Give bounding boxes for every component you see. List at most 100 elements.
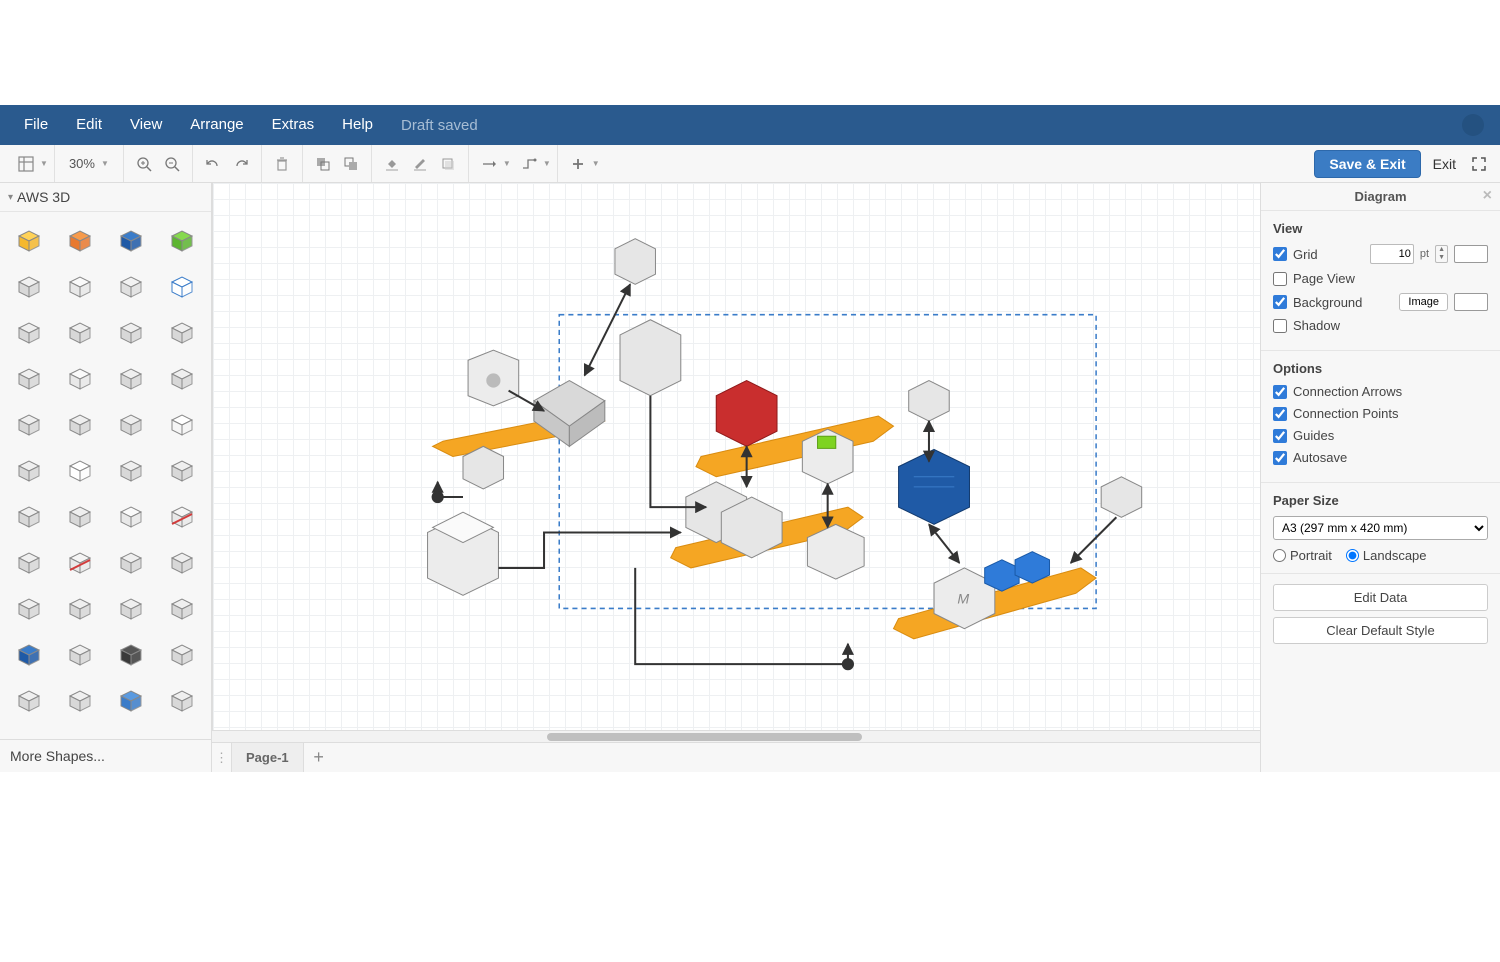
landscape-radio[interactable] <box>1346 549 1359 562</box>
to-front-icon[interactable] <box>309 150 337 178</box>
node-openbox[interactable] <box>428 512 499 595</box>
edge-10[interactable] <box>1071 517 1117 563</box>
edge-9[interactable] <box>929 524 959 562</box>
fullscreen-icon[interactable] <box>1468 153 1490 175</box>
grid-stepper[interactable]: ▲▼ <box>1435 245 1448 263</box>
delete-icon[interactable] <box>268 150 296 178</box>
zoom-out-icon[interactable] <box>158 150 186 178</box>
shape-env-16[interactable] <box>156 402 207 446</box>
shape-box-6[interactable] <box>55 310 106 354</box>
grid-size-input[interactable] <box>1370 244 1414 264</box>
shape-doc-18[interactable] <box>55 448 106 492</box>
insert-icon[interactable] <box>564 150 592 178</box>
edge-11[interactable] <box>635 568 848 664</box>
shape-dark-35[interactable] <box>106 632 157 676</box>
to-back-icon[interactable] <box>337 150 365 178</box>
shape-box-38[interactable] <box>55 678 106 722</box>
conn-points-checkbox[interactable] <box>1273 407 1287 421</box>
shape-box-37[interactable] <box>4 678 55 722</box>
edit-data-button[interactable]: Edit Data <box>1273 584 1488 611</box>
zoom-in-icon[interactable] <box>130 150 158 178</box>
shape-box-19[interactable] <box>106 448 157 492</box>
shape-box-32[interactable] <box>156 586 207 630</box>
background-color-swatch[interactable] <box>1454 293 1488 311</box>
redo-icon[interactable] <box>227 150 255 178</box>
add-page-button[interactable]: + <box>304 743 334 772</box>
node-security[interactable] <box>468 350 519 406</box>
user-avatar-icon[interactable] <box>1462 114 1484 136</box>
shape-box-30[interactable] <box>55 586 106 630</box>
shape-box-34[interactable] <box>55 632 106 676</box>
shape-cube-green[interactable] <box>156 218 207 262</box>
shape-box-8[interactable] <box>156 310 207 354</box>
grid-checkbox[interactable] <box>1273 247 1287 261</box>
waypoint-icon[interactable] <box>515 150 543 178</box>
edge-5[interactable] <box>498 532 680 567</box>
conn-arrows-checkbox[interactable] <box>1273 385 1287 399</box>
shape-box-5[interactable] <box>4 310 55 354</box>
node-gateway[interactable] <box>615 239 656 285</box>
shape-cube-blue[interactable] <box>106 218 157 262</box>
background-checkbox[interactable] <box>1273 295 1287 309</box>
shape-box-11[interactable] <box>106 356 157 400</box>
shape-box-28[interactable] <box>156 540 207 584</box>
node-redshift[interactable] <box>716 381 777 447</box>
shape-cube-orange[interactable] <box>55 218 106 262</box>
connection-icon[interactable] <box>475 150 503 178</box>
shape-flat-10[interactable] <box>55 356 106 400</box>
page-tab-1[interactable]: Page-1 <box>232 743 304 772</box>
waypoint-dot-2[interactable] <box>433 492 443 502</box>
shape-box-22[interactable] <box>55 494 106 538</box>
menu-extras[interactable]: Extras <box>258 105 329 145</box>
shape-box-13[interactable] <box>4 402 55 446</box>
shape-doc-blue[interactable] <box>156 264 207 308</box>
shape-cube-yellow[interactable] <box>4 218 55 262</box>
shape-box-40[interactable] <box>156 678 207 722</box>
diagram-canvas[interactable]: M <box>212 183 1260 730</box>
portrait-radio-label[interactable]: Portrait <box>1273 548 1332 563</box>
shape-box-17[interactable] <box>4 448 55 492</box>
shape-box-31[interactable] <box>106 586 157 630</box>
panels-toggle-icon[interactable] <box>12 150 40 178</box>
shape-small-3[interactable] <box>106 264 157 308</box>
node-storage[interactable] <box>899 449 970 524</box>
shape-box-15[interactable] <box>106 402 157 446</box>
shape-box-36[interactable] <box>156 632 207 676</box>
landscape-radio-label[interactable]: Landscape <box>1346 548 1427 563</box>
clear-style-button[interactable]: Clear Default Style <box>1273 617 1488 644</box>
fill-color-icon[interactable] <box>378 150 406 178</box>
edge-3[interactable] <box>650 396 706 507</box>
paper-size-select[interactable]: A3 (297 mm x 420 mm) <box>1273 516 1488 540</box>
portrait-radio[interactable] <box>1273 549 1286 562</box>
shape-box-29[interactable] <box>4 586 55 630</box>
shape-box-red-26[interactable] <box>55 540 106 584</box>
shape-box-1[interactable] <box>4 264 55 308</box>
shape-box-25[interactable] <box>4 540 55 584</box>
grid-color-swatch[interactable] <box>1454 245 1488 263</box>
node-db[interactable] <box>620 320 681 396</box>
shape-box-21[interactable] <box>4 494 55 538</box>
shape-box-red-24[interactable] <box>156 494 207 538</box>
menu-view[interactable]: View <box>116 105 176 145</box>
node-client-2[interactable] <box>1101 477 1142 518</box>
shape-box-14[interactable] <box>55 402 106 446</box>
shape-box-27[interactable] <box>106 540 157 584</box>
menu-arrange[interactable]: Arrange <box>176 105 257 145</box>
node-client-1[interactable] <box>909 381 950 422</box>
close-panel-icon[interactable]: × <box>1483 188 1492 204</box>
scrollbar-thumb[interactable] <box>547 733 861 741</box>
tab-drag-handle-icon[interactable]: ⋮ <box>212 743 232 772</box>
shadow-checkbox[interactable] <box>1273 319 1287 333</box>
node-compute[interactable] <box>802 429 853 484</box>
menu-file[interactable]: File <box>10 105 62 145</box>
shape-box-20[interactable] <box>156 448 207 492</box>
shape-cube-blue2[interactable] <box>4 632 55 676</box>
more-shapes-button[interactable]: More Shapes... <box>0 739 211 772</box>
shape-flat-blue-39[interactable] <box>106 678 157 722</box>
autosave-checkbox[interactable] <box>1273 451 1287 465</box>
shape-box-7[interactable] <box>106 310 157 354</box>
save-exit-button[interactable]: Save & Exit <box>1314 150 1420 178</box>
shape-flat-23[interactable] <box>106 494 157 538</box>
exit-button[interactable]: Exit <box>1429 151 1460 177</box>
zoom-display[interactable]: 30% ▼ <box>61 156 117 171</box>
